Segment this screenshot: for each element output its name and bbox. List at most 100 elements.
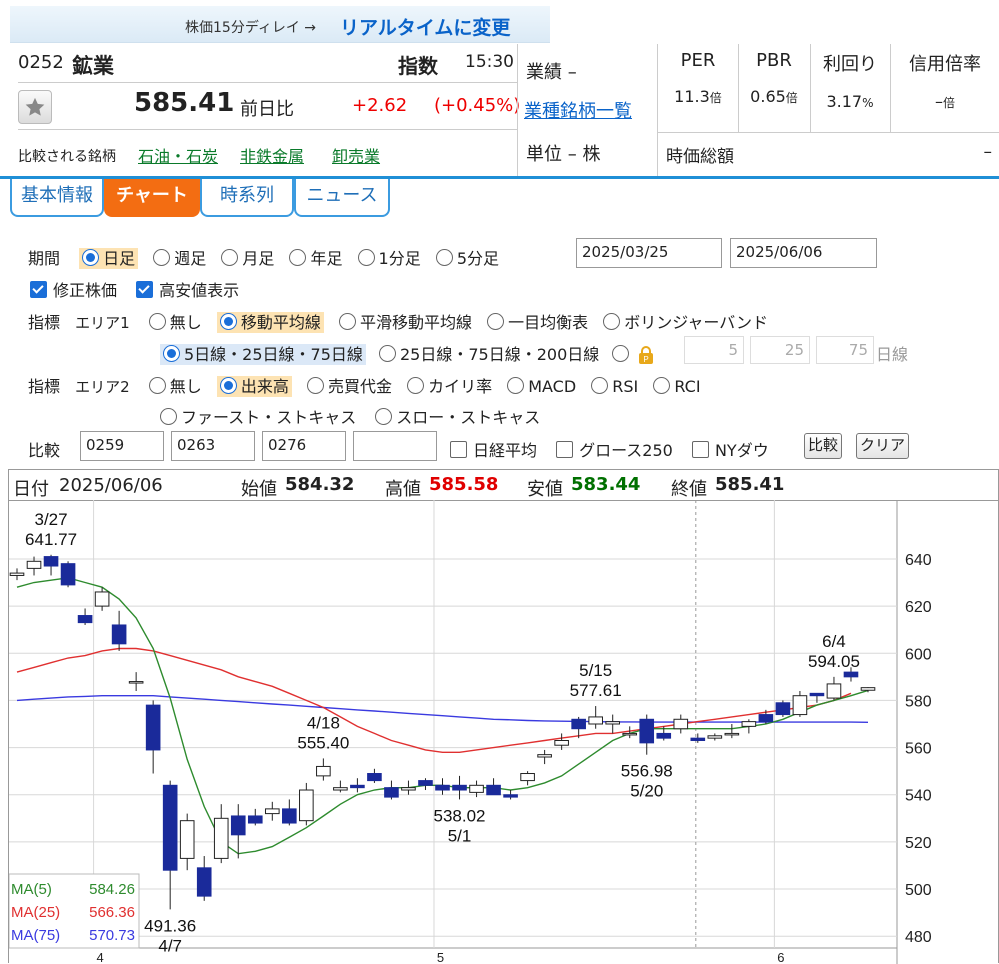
radio-icon: [612, 345, 630, 362]
area1-smoothed-ma[interactable]: 平滑移動平均線: [338, 313, 472, 332]
adjusted-price-checkbox[interactable]: 修正株価: [30, 281, 117, 300]
date-to-input[interactable]: 2025/06/06: [730, 238, 877, 268]
annotation-date: 5/1: [448, 826, 472, 845]
show-hilo-checkbox[interactable]: 高安値表示: [136, 281, 239, 300]
candle-down: [435, 784, 450, 791]
radio-icon: [357, 249, 375, 266]
area1-ichimoku[interactable]: 一目均衡表: [487, 313, 588, 332]
compare-code-2[interactable]: 0263: [171, 431, 255, 461]
ohlc-open: 584.32: [285, 474, 355, 495]
area2-deviation[interactable]: カイリ率: [407, 377, 492, 396]
compare-nikkei-checkbox[interactable]: 日経平均: [450, 441, 537, 460]
candle-up: [401, 787, 416, 791]
quote-time: 15:30: [465, 52, 514, 72]
period-weekly[interactable]: 週足: [153, 249, 206, 268]
ma-set-custom[interactable]: [612, 345, 633, 364]
change-label: 前日比: [240, 99, 294, 120]
ohlc-date: 2025/06/06: [59, 475, 163, 496]
ratio-label: 信用倍率: [909, 54, 981, 75]
option-label: グロース250: [579, 441, 673, 460]
industry-list-link[interactable]: 業種銘柄一覧: [524, 97, 632, 123]
candle-down: [656, 732, 672, 739]
ohlc-high: 585.58: [429, 474, 499, 495]
area2-rsi[interactable]: RSI: [591, 377, 638, 396]
compare-link-wholesale[interactable]: 卸売業: [332, 143, 380, 167]
area2-macd[interactable]: MACD: [507, 377, 576, 396]
compare-link-nonferrous[interactable]: 非鉄金属: [240, 143, 304, 167]
ma75-line: [16, 694, 869, 723]
radio-icon: [219, 313, 237, 330]
area1-moving-average[interactable]: 移動平均線: [216, 312, 324, 333]
clear-button[interactable]: クリア: [856, 433, 910, 459]
quote-mid: 業績 – 業種銘柄一覧 単位 – 株: [517, 44, 658, 176]
ratio-unit: 倍: [785, 91, 798, 105]
area2-slow-stochastic[interactable]: スロー・ストキャス: [375, 408, 540, 427]
market-cap-value: –: [983, 142, 993, 162]
area2-none[interactable]: 無し: [148, 377, 202, 396]
ohlc-low-label: 安値: [527, 479, 563, 500]
ma-custom-2[interactable]: 25: [750, 336, 810, 364]
candle-up: [741, 721, 757, 727]
lock-icon: P: [639, 346, 654, 364]
radio-icon: [289, 249, 307, 266]
period-yearly[interactable]: 年足: [289, 249, 342, 268]
annotation-value: 538.02: [434, 806, 486, 825]
area2-volume[interactable]: 出来高: [216, 376, 292, 397]
period-1min[interactable]: 1分足: [357, 249, 421, 268]
date-from-input[interactable]: 2025/03/25: [576, 238, 722, 268]
option-label: 修正株価: [53, 281, 118, 300]
period-daily[interactable]: 日足: [79, 248, 139, 269]
compare-code-4[interactable]: [353, 431, 437, 461]
area2-turnover[interactable]: 売買代金: [306, 377, 392, 396]
indicator-label: 指標: [28, 377, 61, 396]
compare-code-3[interactable]: 0276: [262, 431, 346, 461]
tab-chart[interactable]: チャート: [104, 179, 200, 217]
option-label: 5分足: [456, 249, 500, 268]
ratio-panel: PER 11.3倍 PBR 0.65倍 利回り 3.17% 信用倍率 –倍 時価…: [657, 44, 999, 176]
area1-bollinger[interactable]: ボリンジャーバンド: [603, 313, 768, 332]
compare-link-oil-coal[interactable]: 石油・石炭: [138, 143, 218, 167]
option-label: 25日線・75日線・200日線: [400, 345, 600, 364]
compare-label: 比較される銘柄: [18, 149, 116, 165]
y-tick-label: 560: [905, 741, 932, 758]
ma-custom-3[interactable]: 75: [816, 336, 874, 364]
compare-code-1[interactable]: 0259: [80, 431, 164, 461]
compare-nydow-checkbox[interactable]: NYダウ: [691, 441, 769, 460]
option-label: ボリンジャーバンド: [624, 313, 769, 332]
compare-growth250-checkbox[interactable]: グロース250: [556, 441, 673, 460]
checkbox-icon: [556, 441, 574, 458]
radio-icon: [603, 313, 621, 330]
candlestick-chart-canvas[interactable]: 640 620 600 580 560 540 520 500 480 4 5 6 3/27641.77…: [9, 500, 998, 964]
ma-set-25-75-200[interactable]: 25日線・75日線・200日線: [379, 345, 599, 364]
stock-code: 0252: [18, 52, 64, 73]
compare-button[interactable]: 比較: [804, 433, 843, 459]
tab-basic-info[interactable]: 基本情報: [10, 179, 104, 217]
period-5min[interactable]: 5分足: [435, 249, 500, 268]
price-change-pct: (+0.45%): [434, 95, 521, 116]
divider: [658, 132, 999, 133]
favorite-button[interactable]: [18, 90, 52, 124]
y-tick-label: 520: [905, 835, 932, 852]
candle-up: [724, 732, 740, 736]
candle-down: [230, 815, 246, 836]
period-monthly[interactable]: 月足: [221, 249, 274, 268]
ma-custom-1[interactable]: 5: [684, 336, 744, 364]
tab-news[interactable]: ニュース: [294, 179, 390, 217]
area2-rci[interactable]: RCI: [653, 377, 701, 396]
compare-row-label: 比較: [28, 441, 61, 460]
option-label: 高安値表示: [159, 281, 240, 300]
candle-up: [707, 735, 723, 739]
ma-set-5-25-75[interactable]: 5日線・25日線・75日線: [160, 344, 366, 365]
option-label: 月足: [242, 249, 275, 268]
realtime-link[interactable]: リアルタイムに変更: [340, 13, 510, 40]
option-label: 5日線・25日線・75日線: [184, 345, 363, 364]
ratio-unit: 倍: [942, 96, 955, 110]
radio-icon: [148, 313, 166, 330]
tab-time-series[interactable]: 時系列: [200, 179, 294, 217]
candle-down: [111, 624, 127, 645]
market-cap-label: 時価総額: [666, 147, 734, 167]
area1-none[interactable]: 無し: [148, 313, 202, 332]
area2-fast-stochastic[interactable]: ファースト・ストキャス: [160, 408, 356, 427]
option-label: 週足: [174, 249, 207, 268]
annotation-date: 5/20: [630, 782, 663, 801]
